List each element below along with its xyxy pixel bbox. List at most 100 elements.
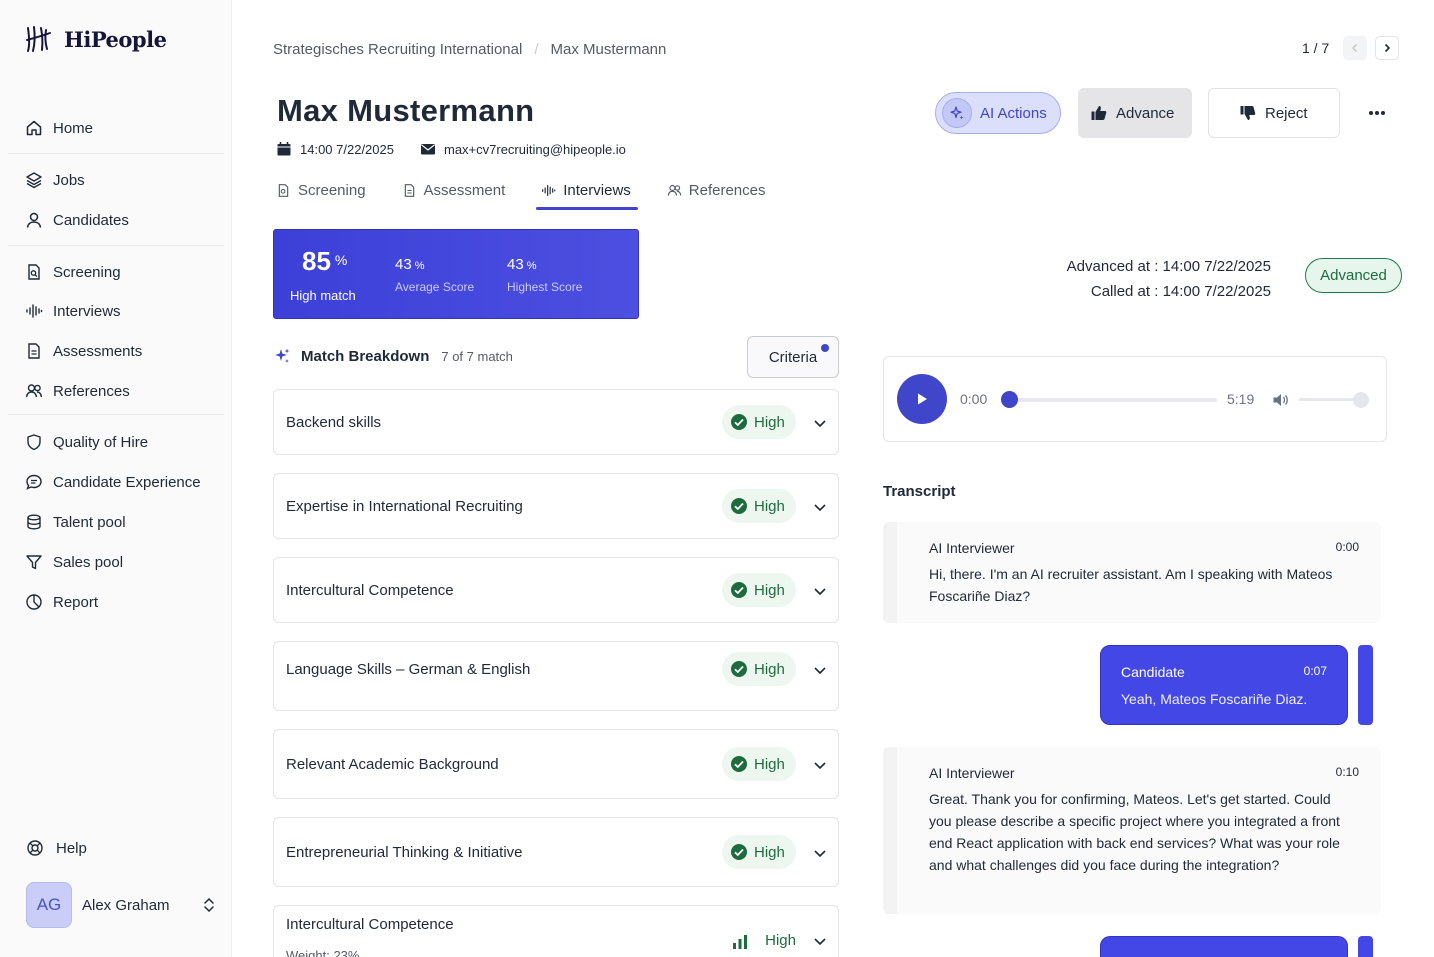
sidebar-item-label: Interviews bbox=[53, 302, 121, 320]
match-score-card: 85% High match 43% Average Score 43% Hig… bbox=[273, 229, 639, 319]
brand-logo[interactable]: HiPeople bbox=[24, 24, 167, 54]
rating-badge: High bbox=[722, 489, 796, 523]
thumbs-up-icon bbox=[1091, 106, 1107, 120]
tab-assessment[interactable]: Assessment bbox=[399, 170, 509, 210]
chevron-down-icon[interactable] bbox=[812, 845, 828, 861]
criterion-label: Expertise in International Recruiting bbox=[286, 498, 523, 515]
status-badge: Advanced bbox=[1305, 258, 1402, 293]
sidebar-item-report[interactable]: Report bbox=[0, 582, 232, 622]
check-circle-icon bbox=[731, 414, 747, 430]
criterion-label: Entrepreneurial Thinking & Initiative bbox=[286, 844, 523, 861]
breadcrumb-parent-link[interactable]: Strategisches Recruiting International bbox=[273, 41, 522, 58]
advance-button[interactable]: Advance bbox=[1078, 88, 1192, 138]
sidebar-item-assessments[interactable]: Assessments bbox=[0, 331, 232, 371]
chevron-left-icon bbox=[1352, 43, 1358, 53]
chevron-down-icon[interactable] bbox=[812, 583, 828, 599]
shield-icon bbox=[27, 434, 41, 451]
chevron-down-icon[interactable] bbox=[812, 933, 828, 949]
criterion-row[interactable]: Intercultural Competence High bbox=[273, 557, 839, 623]
chevron-down-icon[interactable] bbox=[812, 415, 828, 431]
progress-thumb[interactable] bbox=[1001, 391, 1018, 408]
called-at: Called at : 14:00 7/22/2025 bbox=[1090, 283, 1271, 300]
ai-actions-button[interactable]: AI Actions bbox=[935, 92, 1061, 134]
sidebar-item-talent-pool[interactable]: Talent pool bbox=[0, 502, 232, 542]
pager-previous-button[interactable] bbox=[1343, 36, 1368, 60]
sidebar-item-screening[interactable]: Screening bbox=[0, 252, 232, 292]
sidebar-divider bbox=[8, 414, 224, 415]
user-switcher[interactable]: AG Alex Graham bbox=[26, 882, 216, 928]
volume-thumb[interactable] bbox=[1353, 392, 1369, 408]
sidebar-item-label: Jobs bbox=[53, 171, 85, 189]
sidebar-item-sales-pool[interactable]: Sales pool bbox=[0, 542, 232, 582]
criterion-row[interactable]: Intercultural Competence Weight: 23% Hig… bbox=[273, 905, 839, 957]
chevron-down-icon[interactable] bbox=[812, 662, 828, 678]
sidebar-item-jobs[interactable]: Jobs bbox=[0, 160, 232, 200]
sidebar-item-quality-of-hire[interactable]: Quality of Hire bbox=[0, 422, 232, 462]
message-timestamp[interactable]: 0:00 bbox=[1336, 540, 1359, 556]
chevron-down-icon[interactable] bbox=[812, 757, 828, 773]
tab-interviews[interactable]: Interviews bbox=[536, 170, 638, 210]
check-circle-icon bbox=[731, 844, 747, 860]
criterion-row[interactable]: Language Skills – German & English High bbox=[273, 641, 839, 711]
candidate-email: max+cv7recruiting@hipeople.io bbox=[420, 141, 626, 157]
message-timestamp[interactable]: 0:07 bbox=[1304, 664, 1327, 680]
sidebar-item-candidate-experience[interactable]: Candidate Experience bbox=[0, 462, 232, 502]
chat-icon bbox=[26, 474, 42, 490]
average-score-value: 43 bbox=[395, 256, 412, 273]
highest-score-label: Highest Score bbox=[507, 280, 583, 294]
more-options-button[interactable] bbox=[1362, 98, 1392, 128]
transcript-message-ai: AI Interviewer 0:10 Great. Thank you for… bbox=[883, 747, 1381, 914]
message-speaker: AI Interviewer bbox=[929, 765, 1015, 781]
volume-icon[interactable] bbox=[1272, 392, 1290, 408]
advanced-at: Advanced at : 14:00 7/22/2025 bbox=[1066, 258, 1271, 275]
status-timestamps: Advanced at : 14:00 7/22/2025 Called at … bbox=[1067, 254, 1271, 304]
waveform-icon bbox=[542, 184, 556, 196]
criterion-label: Intercultural Competence bbox=[286, 582, 454, 599]
average-score-unit: % bbox=[414, 260, 425, 272]
rating-text: High bbox=[754, 413, 785, 431]
sidebar-item-label: Sales pool bbox=[53, 553, 124, 571]
nav-group-insights: Quality of Hire Candidate Experience Tal… bbox=[0, 422, 232, 622]
play-button[interactable] bbox=[897, 374, 947, 424]
tab-references[interactable]: References bbox=[664, 170, 769, 210]
criterion-row[interactable]: Relevant Academic Background High bbox=[273, 729, 839, 799]
chevron-down-icon[interactable] bbox=[812, 499, 828, 515]
sparkle-icon bbox=[275, 348, 290, 363]
overall-score-label: High match bbox=[290, 288, 356, 303]
sidebar-item-interviews[interactable]: Interviews bbox=[0, 291, 232, 331]
message-timestamp[interactable]: 0:10 bbox=[1336, 765, 1359, 781]
progress-track[interactable] bbox=[1006, 398, 1217, 402]
sidebar-item-references[interactable]: References bbox=[0, 371, 232, 411]
sidebar-item-label: Screening bbox=[53, 263, 121, 281]
sidebar-item-home[interactable]: Home bbox=[0, 108, 232, 148]
message-text: Hi, there. I'm an AI recruiter assistant… bbox=[929, 566, 1333, 604]
check-circle-icon bbox=[731, 498, 747, 514]
screening-icon bbox=[278, 183, 289, 197]
message-text: Great. Thank you for confirming, Mateos.… bbox=[929, 791, 1340, 873]
sidebar-item-help[interactable]: Help bbox=[0, 828, 232, 868]
sidebar-item-label: Help bbox=[56, 839, 87, 857]
users-icon bbox=[25, 384, 43, 398]
user-name: Alex Graham bbox=[82, 896, 170, 914]
bar-chart-icon bbox=[733, 935, 747, 949]
pager-next-button[interactable] bbox=[1375, 36, 1400, 60]
home-icon bbox=[26, 120, 42, 136]
reject-button[interactable]: Reject bbox=[1208, 88, 1340, 138]
nav-group-bottom: Help bbox=[0, 828, 232, 868]
average-score-label: Average Score bbox=[395, 280, 475, 294]
candidate-meta: 14:00 7/22/2025 max+cv7recruiting@hipeop… bbox=[276, 141, 626, 157]
nav-group-main: Home bbox=[0, 108, 232, 148]
criterion-weight: Weight: 23% bbox=[286, 948, 360, 957]
criterion-row[interactable]: Expertise in International Recruiting Hi… bbox=[273, 473, 839, 539]
criteria-button[interactable]: Criteria bbox=[747, 336, 839, 378]
highest-score: 43% Highest Score bbox=[507, 256, 582, 294]
tab-screening[interactable]: Screening bbox=[273, 170, 369, 210]
criterion-label: Relevant Academic Background bbox=[286, 756, 499, 773]
sidebar-item-candidates[interactable]: Candidates bbox=[0, 200, 232, 240]
message-header: AI Interviewer 0:10 bbox=[929, 765, 1359, 781]
candidate-email-text[interactable]: max+cv7recruiting@hipeople.io bbox=[444, 142, 626, 157]
criterion-row[interactable]: Entrepreneurial Thinking & Initiative Hi… bbox=[273, 817, 839, 887]
criterion-row[interactable]: Backend skills High bbox=[273, 389, 839, 455]
nav-group-evaluation: Screening Interviews Assessments Referen… bbox=[0, 252, 232, 411]
rating-text: High bbox=[754, 581, 785, 599]
